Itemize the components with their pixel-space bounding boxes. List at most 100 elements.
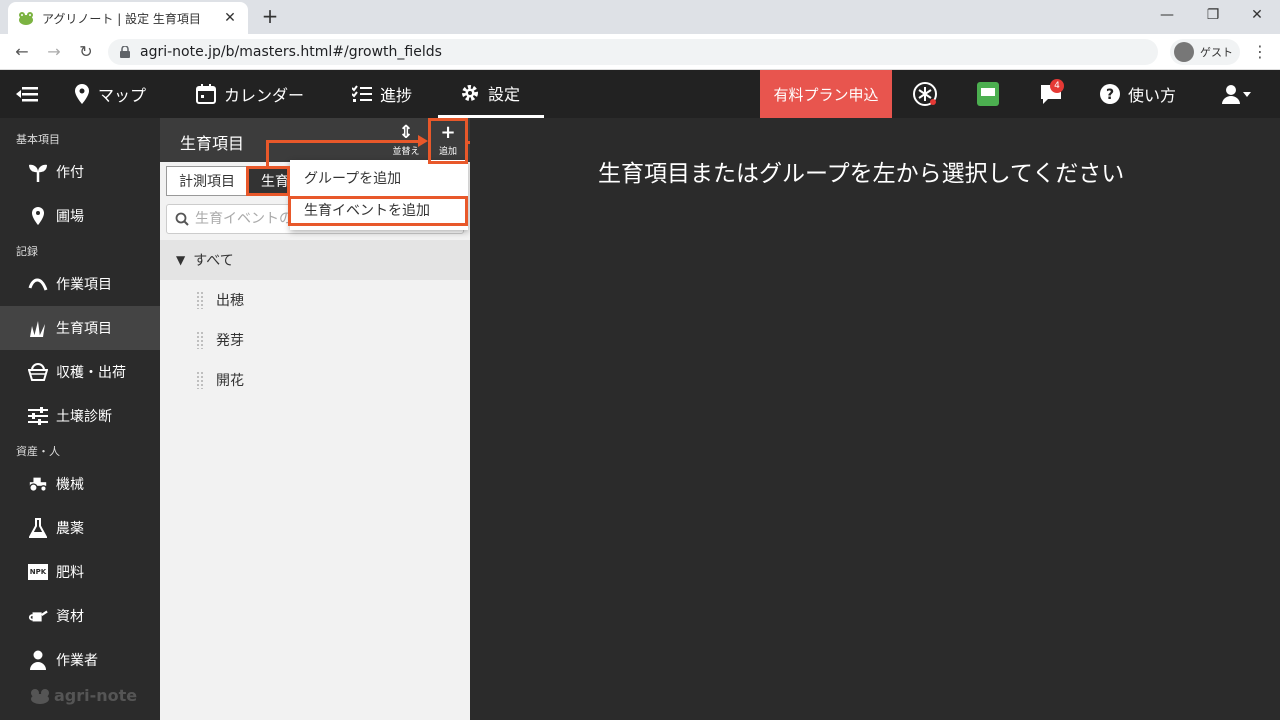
sidebar-item-label: 機械 <box>56 477 84 493</box>
nav-settings[interactable]: 設定 <box>438 70 544 118</box>
nav-calendar-label: カレンダー <box>224 86 305 105</box>
sprout-icon <box>28 162 48 182</box>
tab-measurement[interactable]: 計測項目 <box>166 166 248 196</box>
nav-settings-label: 設定 <box>488 84 521 104</box>
annotation-line <box>266 140 269 168</box>
help-button[interactable]: ? 使い方 <box>1100 70 1176 118</box>
sidebar-item-materials[interactable]: 資材 <box>0 594 160 638</box>
minimize-icon[interactable]: — <box>1144 0 1190 30</box>
nav-map-label: マップ <box>98 86 147 105</box>
frog-logo-icon <box>31 688 49 704</box>
add-button[interactable]: + 追加 <box>428 122 468 162</box>
frog-favicon-icon <box>19 12 33 25</box>
back-icon[interactable]: ← <box>12 42 32 62</box>
app-header: マップ カレンダー 進捗 設定 有料プラン申込 4 ? 使い方 <box>0 70 1280 118</box>
asterisk-status-icon[interactable] <box>912 70 946 118</box>
sidebar-item-fields[interactable]: 圃場 <box>0 194 160 238</box>
avatar-icon <box>1174 42 1194 62</box>
sidebar-item-soil[interactable]: 土壌診断 <box>0 394 160 438</box>
group-row-all[interactable]: ▼ すべて <box>160 240 470 280</box>
forward-icon[interactable]: → <box>44 42 64 62</box>
event-label: 開花 <box>216 373 244 389</box>
map-pin-icon <box>75 84 89 104</box>
sidebar-item-harvest[interactable]: 収穫・出荷 <box>0 350 160 394</box>
sidebar-section-assets: 資産・人 <box>16 445 60 458</box>
sidebar-item-pesticides[interactable]: 農薬 <box>0 506 160 550</box>
new-tab-icon[interactable]: + <box>260 6 280 26</box>
drag-handle-icon[interactable] <box>196 331 204 349</box>
sidebar-item-label: 圃場 <box>56 209 84 225</box>
sickle-icon <box>28 274 48 294</box>
menu-item-add-growth-event[interactable]: 生育イベントを追加 <box>290 194 468 226</box>
reload-icon[interactable]: ↻ <box>76 42 96 62</box>
list-item[interactable]: 発芽 <box>196 320 244 360</box>
caret-down-icon: ▼ <box>176 253 186 267</box>
restore-icon[interactable]: ❐ <box>1190 0 1236 30</box>
nav-map[interactable]: マップ <box>74 70 146 118</box>
grass-icon <box>28 318 48 338</box>
watering-can-icon <box>28 606 48 626</box>
sidebar-item-label: 農薬 <box>56 521 84 537</box>
sidebar-item-growth-items[interactable]: 生育項目 <box>0 306 160 350</box>
collapse-menu-icon[interactable] <box>16 70 46 118</box>
flask-icon <box>28 518 48 538</box>
sidebar-section-basic: 基本項目 <box>16 133 60 146</box>
sliders-icon <box>28 406 48 426</box>
sidebar-item-fertilizers[interactable]: NPK 肥料 <box>0 550 160 594</box>
messages-icon[interactable]: 4 <box>1040 70 1070 118</box>
drag-handle-icon[interactable] <box>196 291 204 309</box>
panel-title: 生育項目 <box>180 134 245 153</box>
tractor-icon <box>28 474 48 494</box>
sidebar-item-label: 作付 <box>56 165 84 181</box>
list-item[interactable]: 開花 <box>196 360 244 400</box>
browser-menu-icon[interactable]: ⋮ <box>1252 42 1268 62</box>
sidebar-item-workers[interactable]: 作業者 <box>0 638 160 682</box>
calendar-icon <box>196 84 216 104</box>
sidebar-item-machines[interactable]: 機械 <box>0 462 160 506</box>
sidebar-item-label: 作業者 <box>56 653 98 669</box>
help-icon: ? <box>1100 84 1120 104</box>
nav-progress[interactable]: 進捗 <box>352 70 412 118</box>
user-menu[interactable] <box>1222 70 1260 118</box>
browser-tab[interactable]: アグリノート | 設定 生育項目 ✕ <box>8 2 248 34</box>
sidebar-item-work-items[interactable]: 作業項目 <box>0 262 160 306</box>
location-pin-icon <box>28 206 48 226</box>
url-text: agri-note.jp/b/masters.html#/growth_fiel… <box>140 44 442 60</box>
window-close-icon[interactable]: ✕ <box>1234 0 1280 30</box>
add-dropdown-menu: グループを追加 生育イベントを追加 <box>290 160 468 230</box>
npk-label: NPK <box>28 564 48 580</box>
profile-label: ゲスト <box>1200 46 1233 59</box>
sidebar-item-label: 収穫・出荷 <box>56 365 126 381</box>
lock-icon <box>120 46 130 58</box>
tab-close-icon[interactable]: ✕ <box>222 10 238 26</box>
annotation-arrowhead-icon <box>418 135 428 147</box>
address-bar: ← → ↻ agri-note.jp/b/masters.html#/growt… <box>0 34 1280 70</box>
menu-item-add-group[interactable]: グループを追加 <box>290 162 468 194</box>
drag-handle-icon[interactable] <box>196 371 204 389</box>
nav-calendar[interactable]: カレンダー <box>196 70 304 118</box>
item-type-tabs: 計測項目 生育 <box>166 166 302 196</box>
sidebar-item-label: 土壌診断 <box>56 409 112 425</box>
omnibox[interactable]: agri-note.jp/b/masters.html#/growth_fiel… <box>108 39 1158 65</box>
profile-button[interactable]: ゲスト <box>1170 39 1240 65</box>
basket-icon <box>28 362 48 382</box>
sidebar-item-label: 肥料 <box>56 565 84 581</box>
notification-badge: 4 <box>1050 79 1064 93</box>
brand-logo: agri-note <box>30 686 137 705</box>
annotation-line <box>266 140 422 143</box>
user-icon <box>1222 85 1251 104</box>
checklist-icon <box>352 85 372 102</box>
person-icon <box>28 650 48 670</box>
brand-name: agri-note <box>54 686 138 705</box>
sidebar-item-label: 作業項目 <box>56 277 112 293</box>
list-item[interactable]: 出穂 <box>196 280 244 320</box>
help-label: 使い方 <box>1128 86 1177 105</box>
event-label: 発芽 <box>216 333 244 349</box>
sidebar-item-crops[interactable]: 作付 <box>0 150 160 194</box>
group-label: すべて <box>193 253 234 269</box>
sidebar: 基本項目 作付 圃場 記録 作業項目 生育項目 収穫・出荷 土壌診断 資産・人 … <box>0 118 160 720</box>
browser-tab-bar: アグリノート | 設定 生育項目 ✕ + — ❐ ✕ <box>0 0 1280 34</box>
farm-book-icon[interactable] <box>976 70 1008 118</box>
npk-icon: NPK <box>28 562 48 582</box>
paid-plan-button[interactable]: 有料プラン申込 <box>760 70 892 118</box>
